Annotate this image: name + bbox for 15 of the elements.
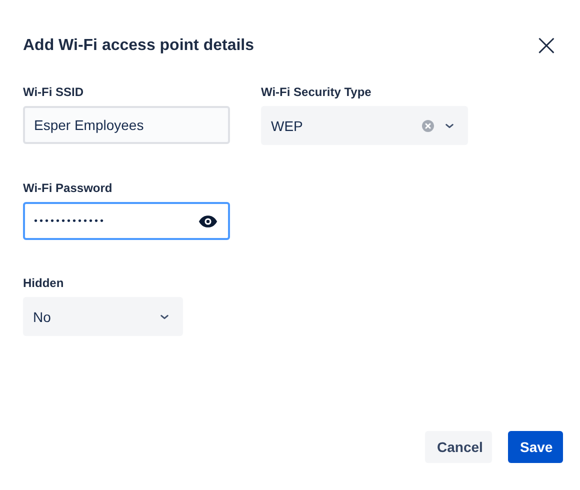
field-label: Wi-Fi SSID xyxy=(23,85,85,99)
select-field[interactable]: WEP xyxy=(261,106,468,145)
password-field[interactable]: ••••••••••••• xyxy=(23,202,230,240)
save-button[interactable]: Save xyxy=(508,431,563,463)
chevron-down-icon xyxy=(445,122,454,128)
field-label: Wi-Fi Security Type xyxy=(261,85,372,99)
cancel-button[interactable]: Cancel xyxy=(425,431,492,463)
select-field[interactable]: No xyxy=(23,297,183,336)
close-button[interactable]: × xyxy=(530,34,563,58)
show-password-icon[interactable] xyxy=(198,214,218,228)
field-label: Hidden xyxy=(23,276,65,290)
text-field[interactable]: Esper Employees xyxy=(23,106,230,144)
dialog-title: Add Wi-Fi access point details xyxy=(23,37,254,55)
chevron-down-icon xyxy=(160,314,169,320)
field-label: Wi-Fi Password xyxy=(23,181,114,195)
